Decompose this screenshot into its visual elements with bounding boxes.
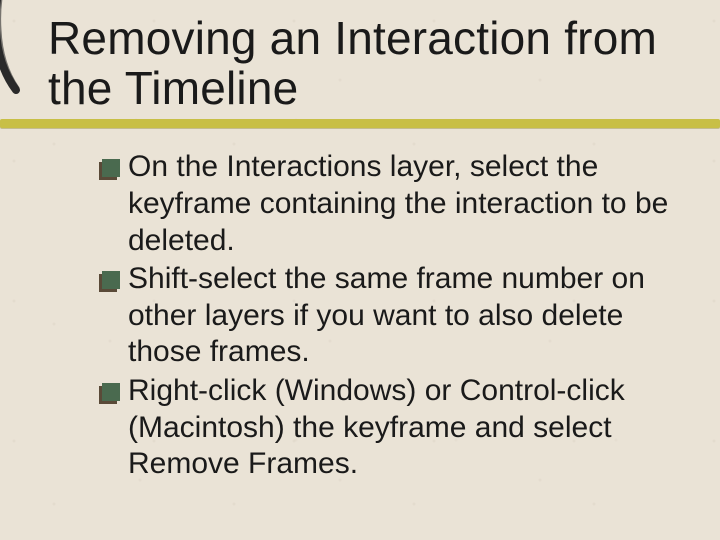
bullet-icon [102,159,120,177]
list-item-text: Right-click (Windows) or Control-click (… [128,373,678,483]
decorative-brush-stroke [0,0,40,98]
list-item: Right-click (Windows) or Control-click (… [102,373,678,483]
list-item-text: On the Interactions layer, select the ke… [128,149,678,259]
title-underline [48,113,686,143]
slide-title: Removing an Interaction from the Timelin… [48,14,686,113]
list-item: Shift-select the same frame number on ot… [102,261,678,371]
slide-container: Removing an Interaction from the Timelin… [0,0,720,540]
bullet-icon [102,271,120,289]
list-item: On the Interactions layer, select the ke… [102,149,678,259]
bullet-icon [102,383,120,401]
bullet-list: On the Interactions layer, select the ke… [48,149,686,482]
list-item-text: Shift-select the same frame number on ot… [128,261,678,371]
